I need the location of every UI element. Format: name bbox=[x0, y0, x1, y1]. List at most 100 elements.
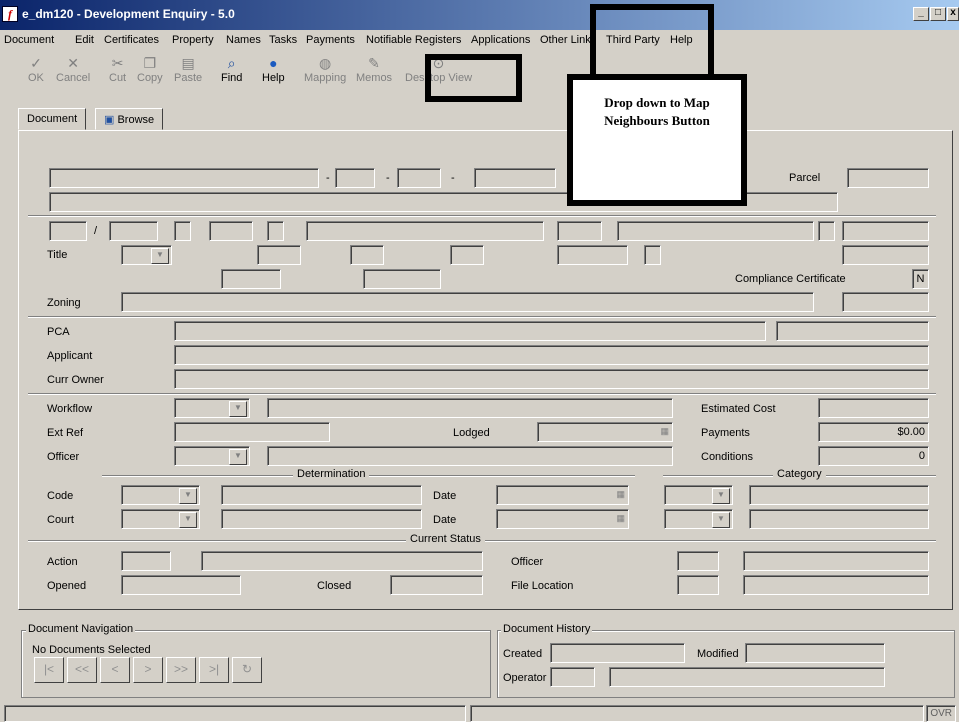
workflow-description-field[interactable] bbox=[267, 398, 673, 418]
find-button[interactable]: ⌕ Find bbox=[221, 54, 242, 84]
rewind-button[interactable]: << bbox=[67, 657, 97, 683]
maximize-button[interactable]: □ bbox=[930, 7, 946, 21]
title-section-field[interactable] bbox=[350, 245, 384, 265]
last-record-button[interactable]: >| bbox=[199, 657, 229, 683]
ext-ref-field[interactable] bbox=[174, 422, 330, 442]
category-2-description-field[interactable] bbox=[749, 509, 929, 529]
category-description-field[interactable] bbox=[749, 485, 929, 505]
status-officer-code-field[interactable] bbox=[677, 551, 719, 571]
action-code-field[interactable] bbox=[121, 551, 171, 571]
file-location-code-field[interactable] bbox=[677, 575, 719, 595]
estimated-cost-field[interactable] bbox=[818, 398, 929, 418]
zoning-code-field[interactable] bbox=[842, 292, 929, 312]
ok-button[interactable]: ✓ OK bbox=[28, 54, 44, 84]
pca-field[interactable] bbox=[174, 321, 766, 341]
compliance-certificate-field[interactable]: N bbox=[912, 269, 929, 289]
help-button[interactable]: ● Help bbox=[262, 54, 285, 84]
zoning-field[interactable] bbox=[121, 292, 814, 312]
category-2-dropdown[interactable]: ▼ bbox=[664, 509, 733, 529]
postcode-field[interactable] bbox=[842, 221, 929, 241]
operator-name-field[interactable] bbox=[609, 667, 885, 687]
tab-browse[interactable]: ▣ Browse bbox=[95, 108, 164, 130]
copy-button[interactable]: ❐ Copy bbox=[137, 54, 163, 84]
next-button[interactable]: > bbox=[133, 657, 163, 683]
previous-button[interactable]: < bbox=[100, 657, 130, 683]
menu-names[interactable]: Names bbox=[226, 34, 261, 46]
suffix-field[interactable] bbox=[174, 221, 191, 241]
title-dropdown[interactable]: ▼ bbox=[121, 245, 172, 265]
code-description-field[interactable] bbox=[221, 485, 422, 505]
chevron-down-icon[interactable]: ▼ bbox=[712, 512, 730, 528]
chevron-down-icon[interactable]: ▼ bbox=[712, 488, 730, 504]
title-lot-field[interactable] bbox=[257, 245, 301, 265]
created-field[interactable] bbox=[550, 643, 685, 663]
suburb-field[interactable] bbox=[617, 221, 814, 241]
determination-date-field[interactable]: ▦ bbox=[496, 485, 629, 505]
street-type-field[interactable] bbox=[557, 221, 602, 241]
title-plan-field[interactable] bbox=[450, 245, 484, 265]
workflow-dropdown[interactable]: ▼ bbox=[174, 398, 250, 418]
cancel-button[interactable]: ✕ Cancel bbox=[56, 54, 90, 84]
conditions-field[interactable]: 0 bbox=[818, 446, 929, 466]
court-dropdown[interactable]: ▼ bbox=[121, 509, 200, 529]
action-description-field[interactable] bbox=[201, 551, 483, 571]
curr-owner-field[interactable] bbox=[174, 369, 929, 389]
file-location-field[interactable] bbox=[743, 575, 929, 595]
memos-button[interactable]: ✎ Memos bbox=[356, 54, 392, 84]
modified-field[interactable] bbox=[745, 643, 885, 663]
cut-button[interactable]: ✂ Cut bbox=[109, 54, 126, 84]
operator-code-field[interactable] bbox=[550, 667, 595, 687]
menu-edit[interactable]: Edit bbox=[75, 34, 94, 46]
extra-field-1[interactable] bbox=[221, 269, 281, 289]
number-to-field[interactable] bbox=[209, 221, 253, 241]
street-name-field[interactable] bbox=[306, 221, 544, 241]
minimize-button[interactable]: _ bbox=[913, 7, 929, 21]
calendar-icon[interactable]: ▦ bbox=[616, 513, 625, 524]
calendar-icon[interactable]: ▦ bbox=[616, 489, 625, 500]
unit-field[interactable] bbox=[49, 221, 87, 241]
menu-payments[interactable]: Payments bbox=[306, 34, 355, 46]
mapping-button[interactable]: ◍ Mapping bbox=[304, 54, 346, 84]
menu-other-links[interactable]: Other Links bbox=[540, 34, 596, 46]
calendar-icon[interactable]: ▦ bbox=[660, 426, 669, 437]
court-description-field[interactable] bbox=[221, 509, 422, 529]
chevron-down-icon[interactable]: ▼ bbox=[179, 512, 197, 528]
fast-forward-button[interactable]: >> bbox=[166, 657, 196, 683]
house-number-field[interactable] bbox=[109, 221, 158, 241]
suffix-to-field[interactable] bbox=[267, 221, 284, 241]
category-dropdown[interactable]: ▼ bbox=[664, 485, 733, 505]
paste-button[interactable]: ▤ Paste bbox=[174, 54, 202, 84]
street-field[interactable] bbox=[49, 168, 319, 188]
plan-field[interactable] bbox=[474, 168, 556, 188]
payments-field[interactable]: $0.00 bbox=[818, 422, 929, 442]
lodged-date-field[interactable]: ▦ bbox=[537, 422, 673, 442]
opened-field[interactable] bbox=[121, 575, 241, 595]
officer-dropdown[interactable]: ▼ bbox=[174, 446, 250, 466]
chevron-down-icon[interactable]: ▼ bbox=[229, 401, 247, 417]
title-flag-field[interactable] bbox=[644, 245, 661, 265]
state-field[interactable] bbox=[818, 221, 835, 241]
tab-document[interactable]: Document bbox=[18, 108, 87, 130]
menu-certificates[interactable]: Certificates bbox=[104, 34, 159, 46]
first-record-button[interactable]: |< bbox=[34, 657, 64, 683]
pca-code-field[interactable] bbox=[776, 321, 929, 341]
closed-field[interactable] bbox=[390, 575, 483, 595]
court-date-field[interactable]: ▦ bbox=[496, 509, 629, 529]
code-dropdown[interactable]: ▼ bbox=[121, 485, 200, 505]
title-folio-field[interactable] bbox=[842, 245, 929, 265]
parcel-field[interactable] bbox=[847, 168, 929, 188]
chevron-down-icon[interactable]: ▼ bbox=[179, 488, 197, 504]
app-icon[interactable]: f bbox=[2, 6, 18, 22]
menu-tasks[interactable]: Tasks bbox=[269, 34, 297, 46]
officer-name-field[interactable] bbox=[267, 446, 673, 466]
chevron-down-icon[interactable]: ▼ bbox=[229, 449, 247, 465]
status-officer-name-field[interactable] bbox=[743, 551, 929, 571]
chevron-down-icon[interactable]: ▼ bbox=[151, 248, 169, 264]
close-button[interactable]: x bbox=[947, 7, 959, 21]
applicant-field[interactable] bbox=[174, 345, 929, 365]
refresh-button[interactable]: ↻ bbox=[232, 657, 262, 683]
extra-field-2[interactable] bbox=[363, 269, 441, 289]
title-volume-field[interactable] bbox=[557, 245, 628, 265]
menu-notifiable-registers[interactable]: Notifiable Registers bbox=[366, 34, 461, 46]
menu-applications[interactable]: Applications bbox=[471, 34, 530, 46]
